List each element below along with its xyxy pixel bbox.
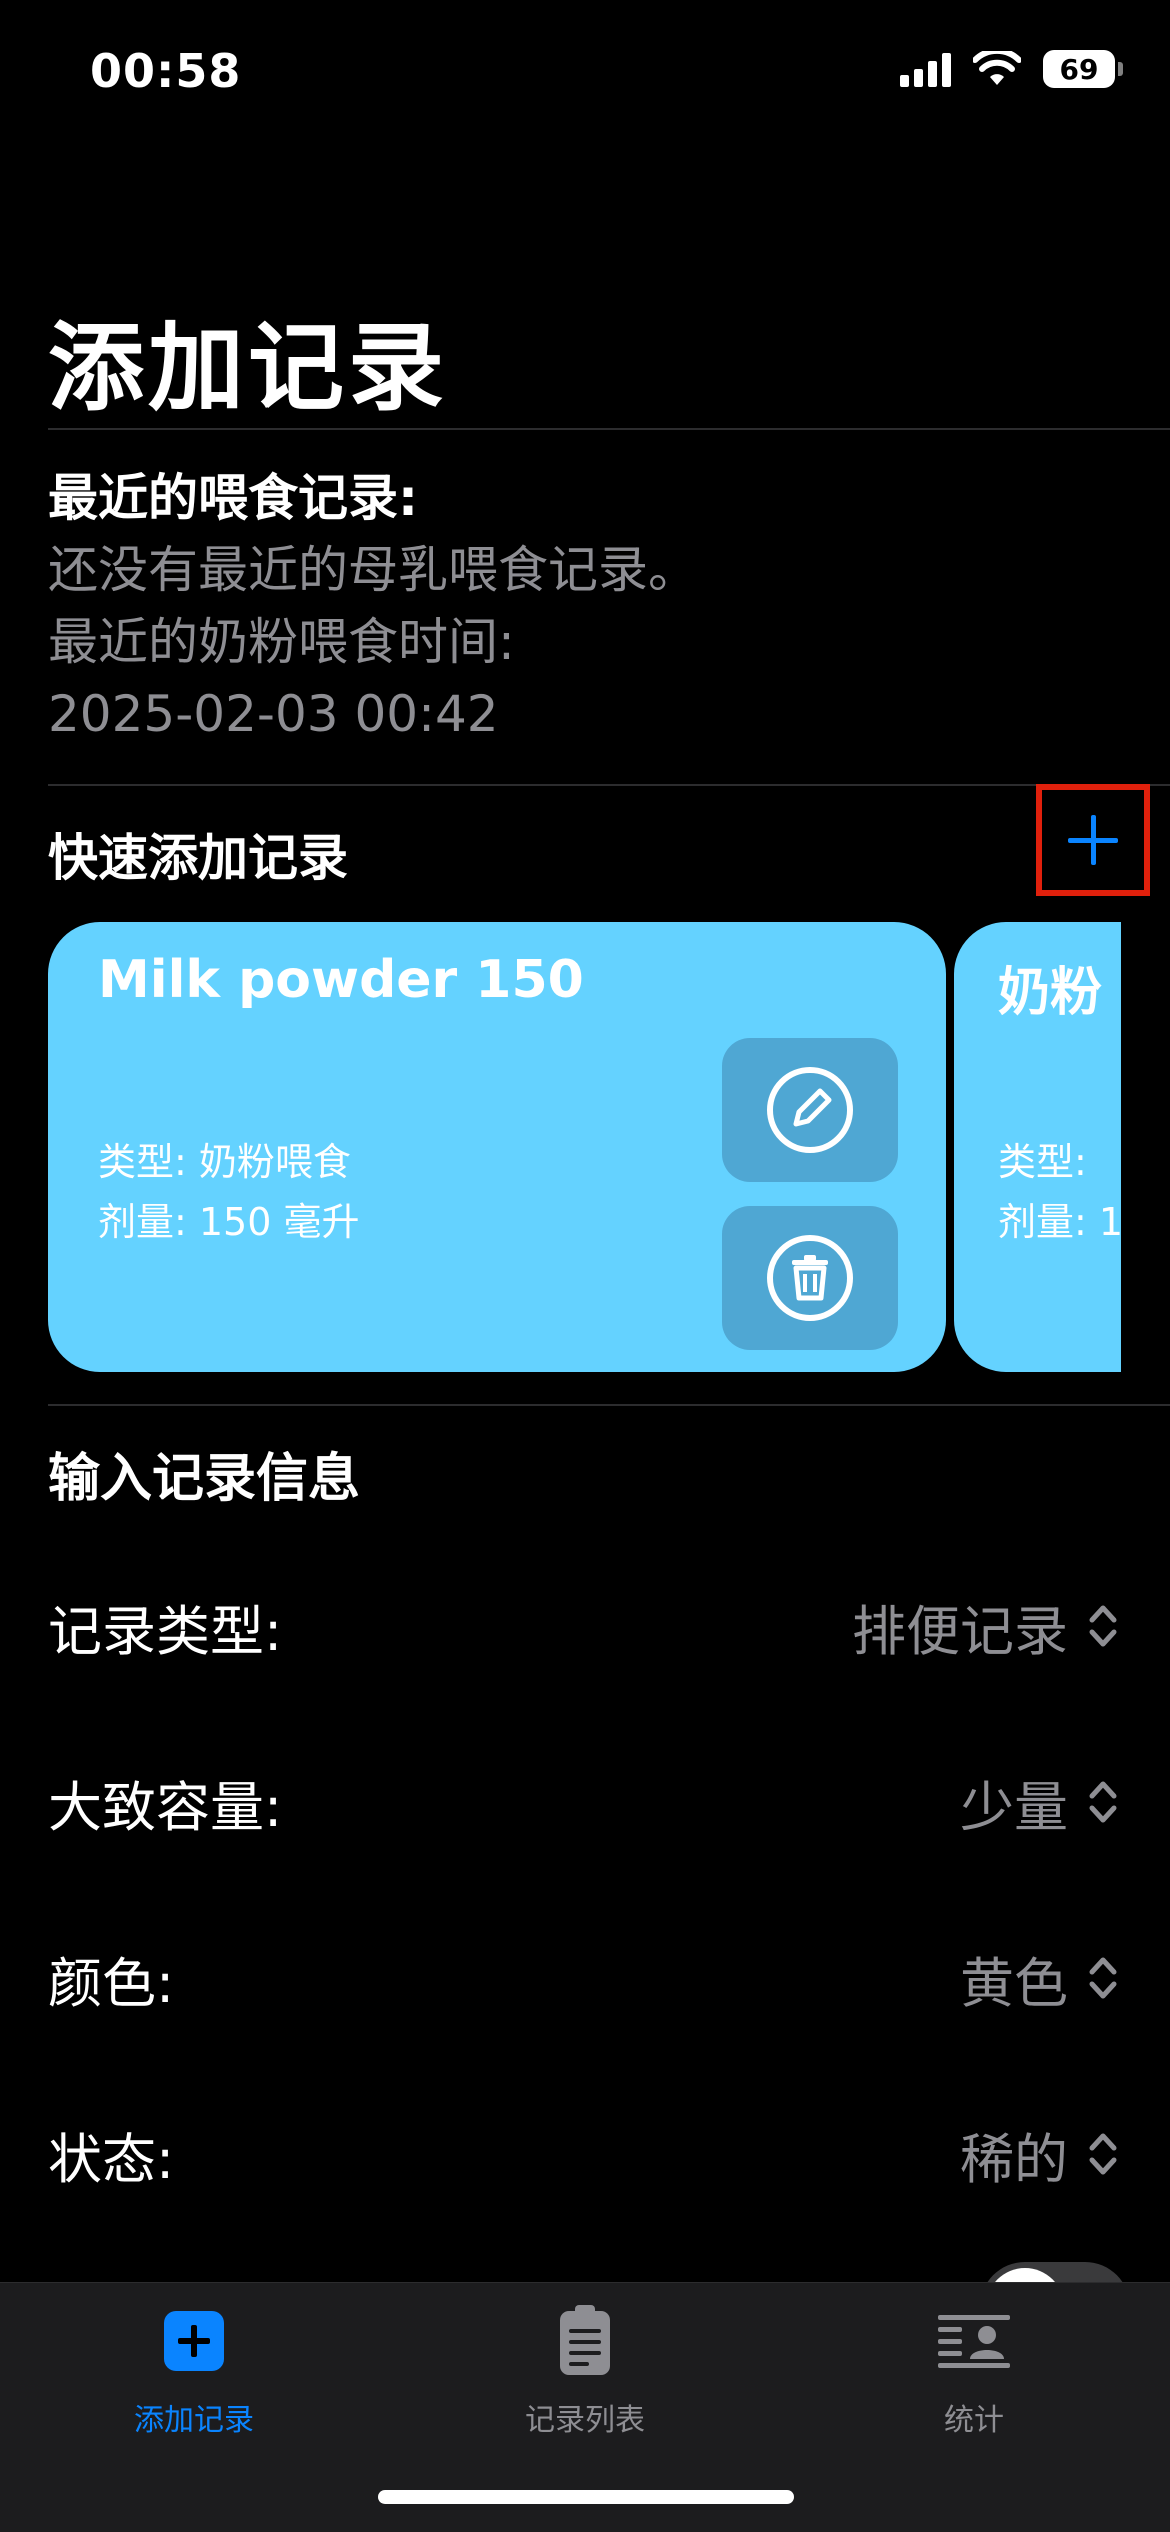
card-title: Milk powder 150 [98, 950, 584, 1010]
tab-record-list[interactable]: 记录列表 [455, 2301, 715, 2439]
divider [48, 428, 1170, 430]
tab-label: 添加记录 [134, 2403, 254, 2438]
chevron-up-down-icon [1089, 1605, 1117, 1647]
divider [48, 1404, 1170, 1406]
formula-time-value: 2025-02-03 00:42 [48, 685, 499, 743]
color-picker[interactable]: 黄色 [960, 1939, 1120, 2018]
state-row[interactable]: 状态: 稀的 [48, 2104, 1120, 2204]
state-value: 稀的 [960, 2127, 1068, 2191]
card-type: 类型: 奶粉喂食 [98, 1140, 351, 1184]
clipboard-list-icon [560, 2305, 610, 2375]
record-type-value: 排便记录 [852, 1599, 1068, 1663]
cellular-signal-icon [900, 51, 951, 87]
volume-value: 少量 [960, 1775, 1068, 1839]
battery-icon: 69 [1043, 50, 1123, 88]
tab-add-record[interactable]: 添加记录 [64, 2301, 324, 2439]
formula-time-label: 最近的奶粉喂食时间: [48, 613, 515, 671]
card-type: 类型: [998, 1140, 1087, 1184]
quick-record-card[interactable]: 奶粉 类型: 剂量: 1 [954, 922, 1121, 1372]
state-label: 状态: [48, 2127, 175, 2191]
breast-milk-status: 还没有最近的母乳喂食记录。 [48, 541, 698, 599]
record-type-row[interactable]: 记录类型: 排便记录 [48, 1576, 1120, 1676]
trash-circle-icon [767, 1235, 853, 1321]
battery-level: 69 [1059, 52, 1099, 86]
page-title: 添加记录 [48, 312, 448, 424]
color-value: 黄色 [960, 1951, 1068, 2015]
recent-feeding-title: 最近的喂食记录: [48, 469, 418, 527]
recent-feeding-section: 最近的喂食记录: 还没有最近的母乳喂食记录。 最近的奶粉喂食时间: 2025-0… [48, 462, 1128, 750]
status-time: 00:58 [90, 44, 242, 98]
card-dose: 剂量: 1 [998, 1200, 1121, 1244]
card-info: 类型: 奶粉喂食 剂量: 150 毫升 [98, 1132, 360, 1252]
tab-statistics[interactable]: 统计 [844, 2301, 1104, 2439]
wifi-icon [973, 51, 1021, 85]
chevron-up-down-icon [1089, 1957, 1117, 1999]
plus-square-icon [164, 2311, 224, 2371]
record-type-picker[interactable]: 排便记录 [852, 1587, 1120, 1666]
record-type-label: 记录类型: [48, 1599, 283, 1663]
card-info: 类型: 剂量: 1 [998, 1132, 1121, 1252]
person-text-icon [938, 2315, 1010, 2368]
card-title: 奶粉 [998, 963, 1103, 1023]
tab-label: 记录列表 [525, 2403, 645, 2438]
volume-label: 大致容量: [48, 1775, 283, 1839]
chevron-up-down-icon [1089, 2133, 1117, 2175]
screen: 00:58 69 添加记录 最近的喂食记录: 还没有最近的母乳喂食记录。 最近的… [0, 0, 1170, 2532]
quick-record-card[interactable]: Milk powder 150 类型: 奶粉喂食 剂量: 150 毫升 [48, 922, 946, 1372]
card-dose: 剂量: 150 毫升 [98, 1200, 360, 1244]
quick-add-title: 快速添加记录 [48, 829, 348, 887]
chevron-up-down-icon [1089, 1781, 1117, 1823]
status-icons: 69 [900, 50, 1123, 88]
volume-row[interactable]: 大致容量: 少量 [48, 1752, 1120, 1852]
edit-card-button[interactable] [722, 1038, 898, 1182]
delete-card-button[interactable] [722, 1206, 898, 1350]
input-section-title: 输入记录信息 [48, 1449, 361, 1509]
tab-label: 统计 [944, 2403, 1004, 2438]
plus-icon [1068, 815, 1118, 865]
color-row[interactable]: 颜色: 黄色 [48, 1928, 1120, 2028]
quick-add-carousel[interactable]: Milk powder 150 类型: 奶粉喂食 剂量: 150 毫升 奶粉 类… [48, 922, 1121, 1372]
home-indicator[interactable] [378, 2490, 794, 2504]
pencil-circle-icon [767, 1067, 853, 1153]
volume-picker[interactable]: 少量 [960, 1763, 1120, 1842]
state-picker[interactable]: 稀的 [960, 2115, 1120, 2194]
add-quick-record-button[interactable] [1036, 784, 1150, 896]
divider [48, 784, 1170, 786]
color-label: 颜色: [48, 1951, 175, 2015]
status-bar: 00:58 69 [0, 0, 1170, 150]
